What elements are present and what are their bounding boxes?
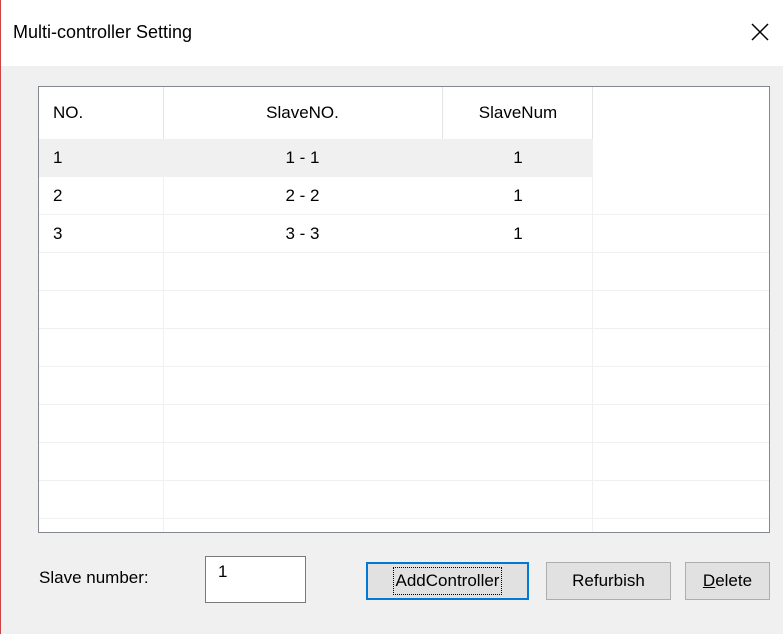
add-controller-button[interactable]: AddController [366,562,529,600]
grid-row-line [39,290,769,291]
slave-number-input[interactable] [205,556,306,603]
delete-label: Delete [702,571,753,590]
cell-slave-num: 1 [513,186,523,205]
grid-row-line [39,214,769,215]
header-no[interactable]: NO. [53,87,163,139]
title-bar: Multi-controller Setting [1,0,783,66]
cell-no: 3 [53,224,63,243]
table-row[interactable]: 3 3 - 3 1 [39,215,592,253]
cell-slave-num: 1 [513,148,523,167]
table-row[interactable]: 2 2 - 2 1 [39,177,592,215]
grid-row-line [39,442,769,443]
dialog-title: Multi-controller Setting [13,22,193,42]
cell-slave-no: 2 - 2 [285,186,320,205]
grid-row-line [39,518,769,519]
cell-slave-no: 3 - 3 [285,224,320,243]
grid-row-line [39,480,769,481]
grid-column-line [163,139,164,532]
controller-list[interactable]: NO. SlaveNO. SlaveNum 1 1 - 1 1 2 2 - 2 … [38,86,770,533]
grid-row-line [39,366,769,367]
header-slave-no[interactable]: SlaveNO. [164,87,441,139]
cell-no: 1 [53,148,63,167]
header-slave-num[interactable]: SlaveNum [443,87,593,139]
close-button[interactable] [745,17,775,47]
table-row[interactable]: 1 1 - 1 1 [39,139,592,177]
cell-slave-no: 1 - 1 [285,148,320,167]
close-icon [751,23,769,41]
delete-button[interactable]: Delete [685,562,770,600]
grid-row-line [39,328,769,329]
multi-controller-dialog: Multi-controller Setting NO. SlaveNO. Sl… [0,0,783,634]
add-controller-label: AddController [392,567,503,595]
grid-row-line [39,404,769,405]
cell-slave-num: 1 [513,224,523,243]
slave-number-label: Slave number: [39,568,149,587]
cell-no: 2 [53,186,63,205]
grid-column-line [592,139,593,532]
header-divider[interactable] [592,87,593,139]
grid-row-line [39,252,769,253]
refurbish-label: Refurbish [572,571,645,590]
refurbish-button[interactable]: Refurbish [546,562,671,600]
